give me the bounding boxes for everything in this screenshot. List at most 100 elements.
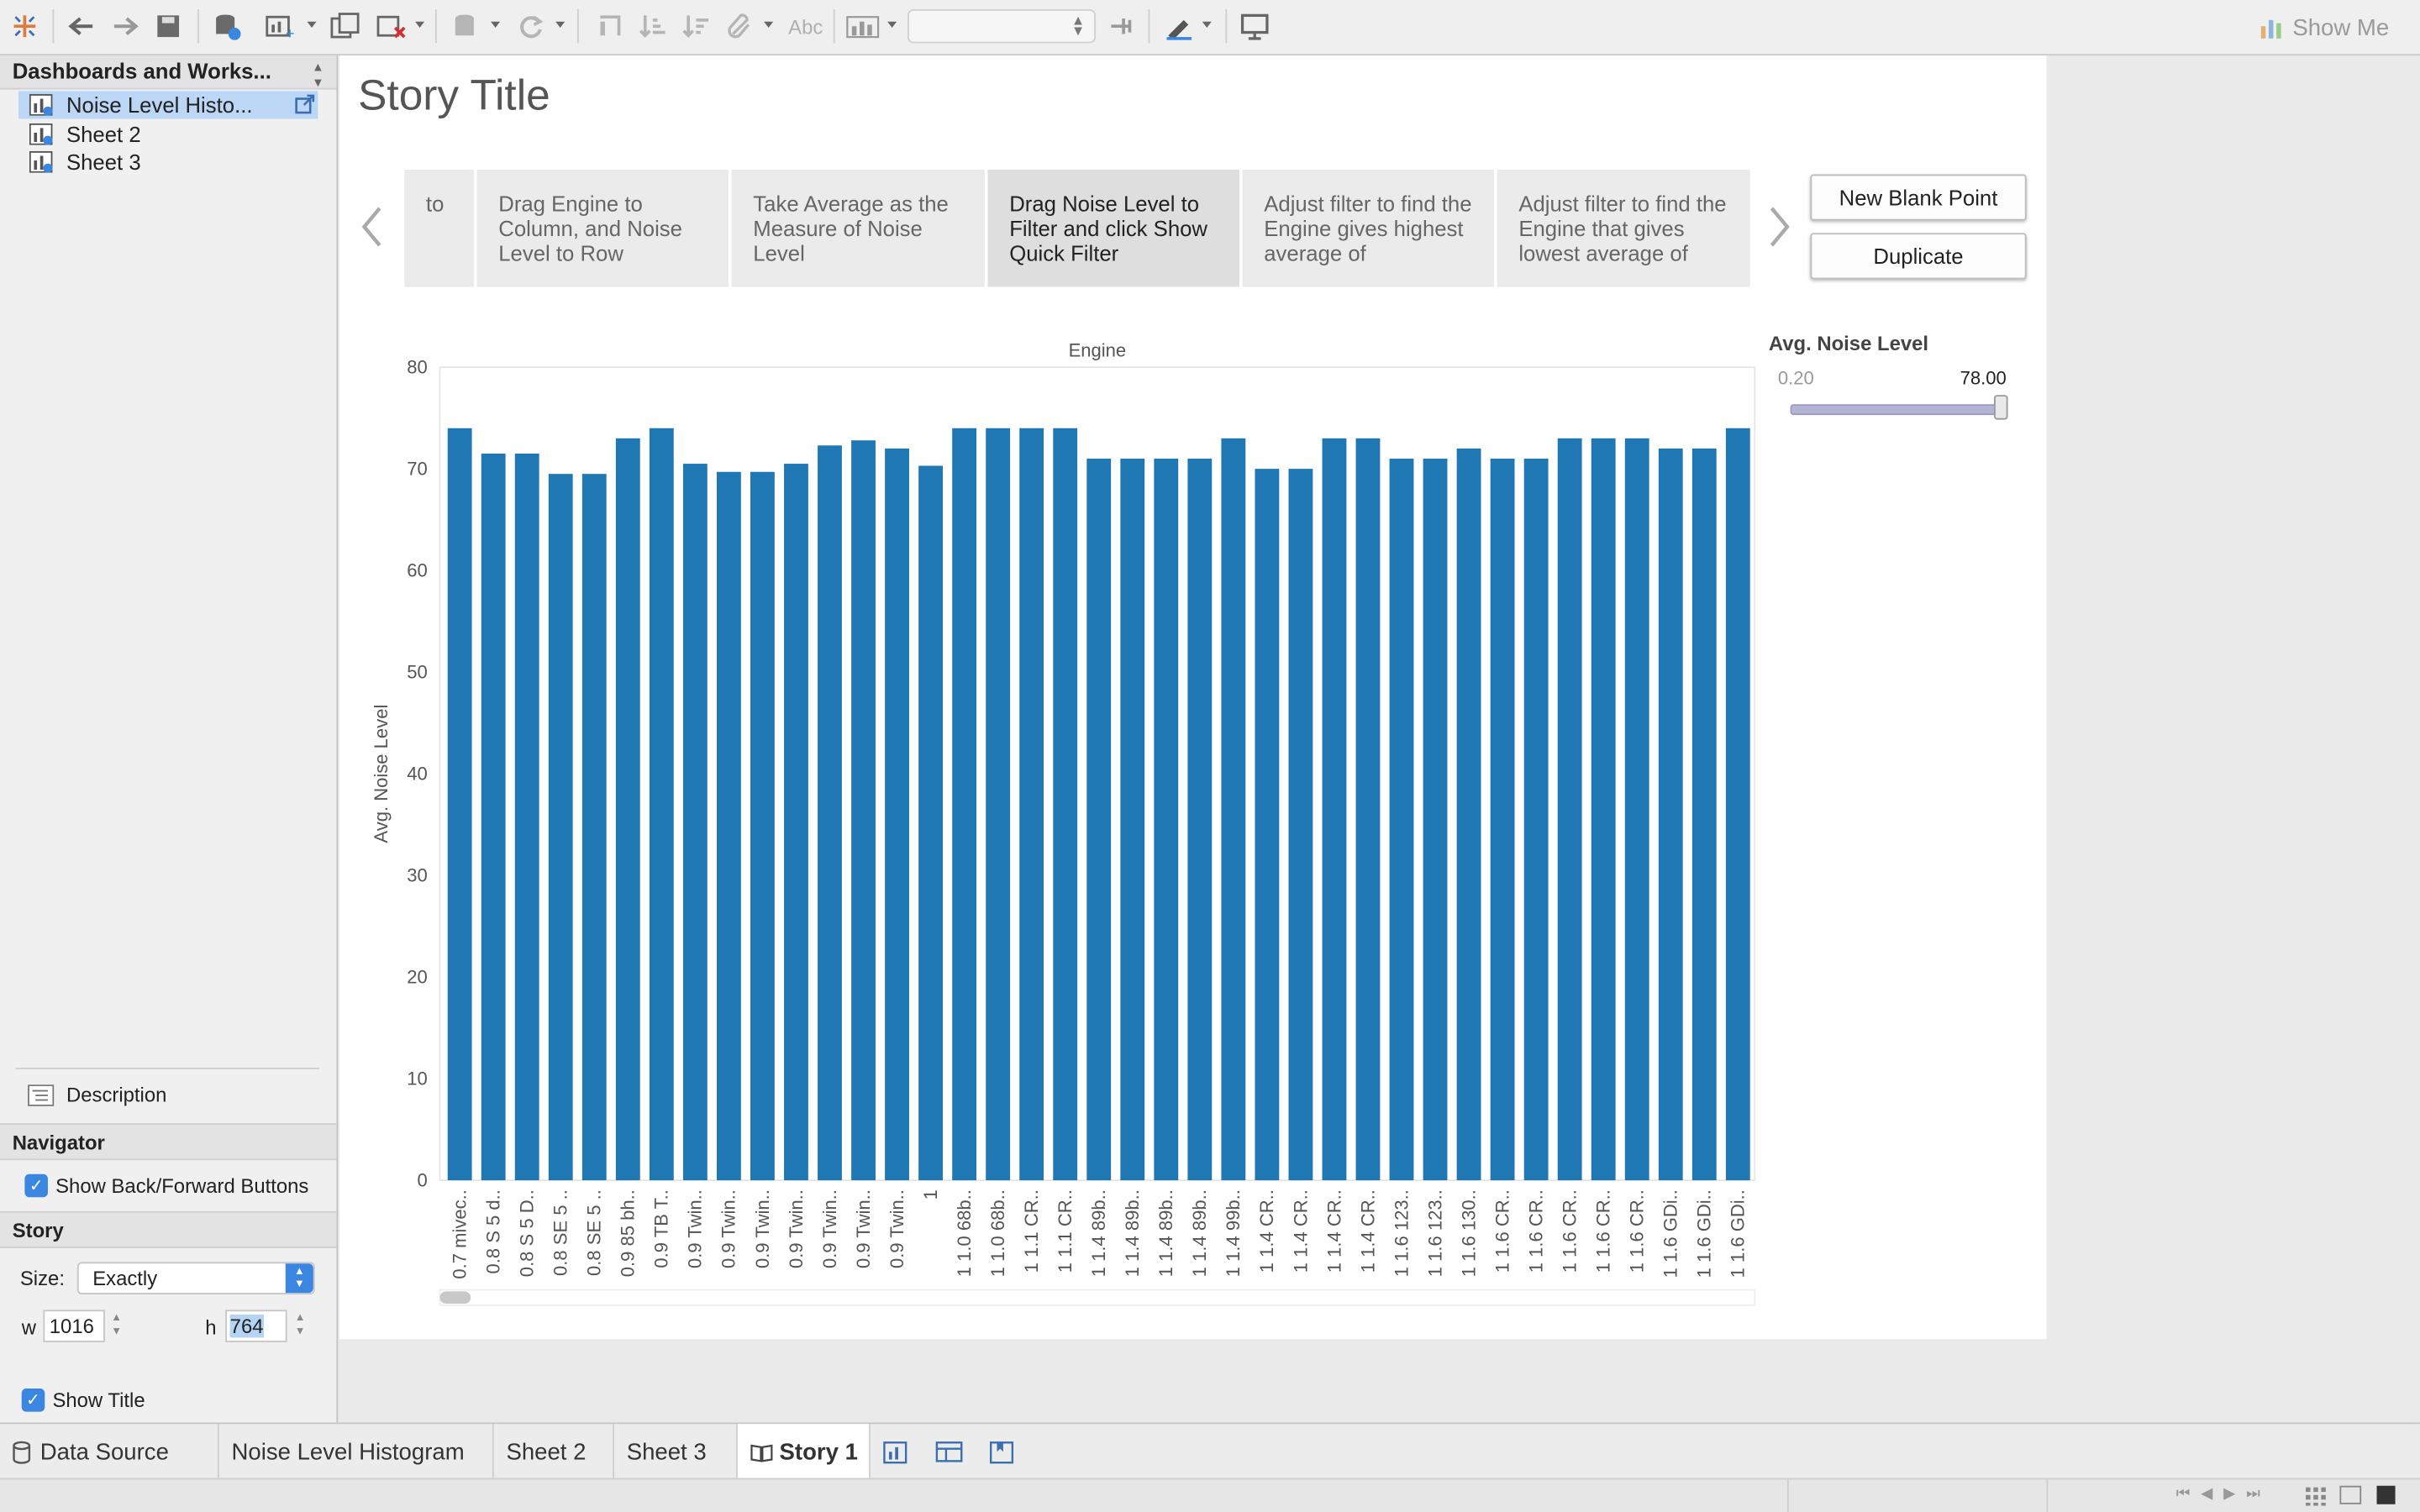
bar[interactable] [615, 438, 640, 1181]
height-stepper-icon[interactable]: ▲ ▼ [295, 1311, 306, 1339]
pin-icon[interactable] [1105, 9, 1139, 43]
tab-data-source[interactable]: Data Source [0, 1424, 219, 1480]
bar[interactable] [750, 471, 775, 1181]
new-data-source-icon[interactable] [210, 9, 244, 43]
bar[interactable] [1456, 448, 1481, 1181]
x-tick-label: 0.9 Twin.. [853, 1189, 874, 1268]
filmstrip-icon[interactable] [2339, 1485, 2362, 1504]
tabs-view-icon[interactable] [2376, 1485, 2396, 1504]
filter-slider-handle[interactable] [1994, 395, 2008, 420]
highlight-icon[interactable] [1160, 9, 1197, 43]
sheet-sorter-icon[interactable] [2306, 1486, 2326, 1506]
bar[interactable] [1490, 459, 1515, 1181]
bar[interactable] [649, 428, 674, 1181]
sort-arrows-icon[interactable]: ▲ ▼ [312, 55, 324, 91]
new-story-tab-icon[interactable] [985, 1435, 1018, 1468]
bar[interactable] [1053, 428, 1078, 1181]
totals-icon[interactable] [843, 9, 883, 43]
tab-sheet-3[interactable]: Sheet 3 [614, 1424, 738, 1480]
bar[interactable] [1557, 438, 1582, 1181]
bar[interactable] [1120, 459, 1145, 1181]
tab-noise-level-histogram[interactable]: Noise Level Histogram [219, 1424, 494, 1480]
bar[interactable] [818, 445, 842, 1181]
prev-sheet-icon[interactable]: ◀ [2201, 1486, 2212, 1503]
bar[interactable] [1591, 438, 1616, 1181]
bar[interactable] [952, 428, 977, 1181]
show-back-forward-checkbox[interactable]: ✓ Show Back/Forward Buttons [24, 1173, 308, 1198]
bar[interactable] [1154, 459, 1179, 1181]
bar[interactable] [1019, 428, 1044, 1181]
x-tick-label: 0.9 TB T.. [651, 1189, 672, 1268]
pause-updates-icon[interactable] [448, 9, 485, 43]
clear-sheet-icon[interactable] [373, 9, 410, 43]
first-sheet-icon[interactable]: ⏮ [2176, 1486, 2191, 1503]
description-item[interactable]: Description [28, 1083, 166, 1106]
sheet-item-sheet-2[interactable]: Sheet 2 [18, 120, 318, 148]
bar[interactable] [851, 440, 876, 1181]
bar[interactable] [1086, 459, 1112, 1181]
new-worksheet-icon[interactable]: + [262, 9, 299, 43]
bar[interactable] [1389, 459, 1414, 1181]
worksheet-icon [29, 123, 54, 145]
fit-select[interactable]: ▲ ▼ [907, 9, 1097, 44]
bar[interactable] [1725, 428, 1750, 1181]
bar[interactable] [514, 453, 539, 1181]
bar[interactable] [581, 474, 607, 1181]
show-me-button[interactable]: Show Me [2260, 13, 2389, 44]
refresh-icon[interactable] [513, 9, 550, 43]
chart-scrollbar-thumb[interactable] [439, 1291, 471, 1305]
bar[interactable] [1288, 469, 1313, 1181]
group-icon[interactable] [723, 9, 756, 43]
sheet-item-label: Sheet 2 [66, 122, 141, 147]
bar[interactable] [986, 428, 1011, 1181]
bar[interactable] [682, 464, 708, 1181]
database-icon [13, 1440, 31, 1463]
show-title-checkbox[interactable]: ✓ Show Title [21, 1389, 145, 1412]
bar[interactable] [716, 471, 741, 1181]
last-sheet-icon[interactable]: ⏭ [2246, 1486, 2260, 1503]
bar[interactable] [1255, 469, 1280, 1181]
sheet-navigation-arrows[interactable]: ⏮ ◀ ▶ ⏭ [2176, 1486, 2260, 1503]
bar[interactable] [784, 464, 808, 1181]
filter-range-slider[interactable] [1790, 404, 2007, 416]
sort-descending-icon[interactable] [679, 9, 713, 43]
redo-icon[interactable] [108, 9, 142, 43]
swap-icon[interactable] [592, 9, 626, 43]
bar[interactable] [918, 465, 943, 1181]
bar[interactable] [548, 474, 573, 1181]
presentation-icon[interactable] [1238, 9, 1271, 43]
new-dashboard-tab-icon[interactable] [932, 1435, 965, 1468]
bar[interactable] [1355, 438, 1381, 1181]
bar[interactable] [481, 453, 506, 1181]
bar[interactable] [1658, 448, 1683, 1181]
undo-icon[interactable] [65, 9, 98, 43]
sheet-item-sheet-3[interactable]: Sheet 3 [18, 148, 318, 176]
size-select[interactable]: Exactly ▲ ▼ [76, 1262, 315, 1294]
open-sheet-icon[interactable] [295, 94, 315, 118]
label-icon[interactable]: Abc [784, 9, 827, 43]
sort-ascending-icon[interactable] [636, 9, 670, 43]
bar[interactable] [1691, 448, 1717, 1181]
tab-story-1[interactable]: Story 1 [737, 1424, 871, 1480]
tab-sheet-2[interactable]: Sheet 2 [494, 1424, 615, 1480]
width-stepper-icon[interactable]: ▲ ▼ [111, 1311, 122, 1339]
bar[interactable] [885, 448, 909, 1181]
new-worksheet-tab-icon[interactable] [880, 1435, 913, 1468]
y-tick-label: 50 [407, 661, 428, 682]
save-icon[interactable] [151, 9, 185, 43]
sheet-item-noise-level-histogram[interactable]: Noise Level Histo... [18, 91, 318, 119]
bar[interactable] [1322, 438, 1347, 1181]
chart-scrollbar[interactable] [439, 1289, 1756, 1306]
next-sheet-icon[interactable]: ▶ [2223, 1486, 2235, 1503]
bar[interactable] [1423, 459, 1448, 1181]
navigator-header: Navigator [0, 1123, 337, 1161]
bar[interactable] [1624, 438, 1649, 1181]
bar[interactable] [1221, 438, 1246, 1181]
bar[interactable] [1523, 459, 1549, 1181]
bar[interactable] [447, 428, 472, 1181]
width-input[interactable]: 1016 [43, 1310, 105, 1342]
duplicate-sheet-icon[interactable] [327, 9, 364, 43]
height-input[interactable]: 764 [225, 1310, 287, 1342]
bar[interactable] [1187, 459, 1213, 1181]
y-tick-label: 30 [407, 864, 428, 885]
